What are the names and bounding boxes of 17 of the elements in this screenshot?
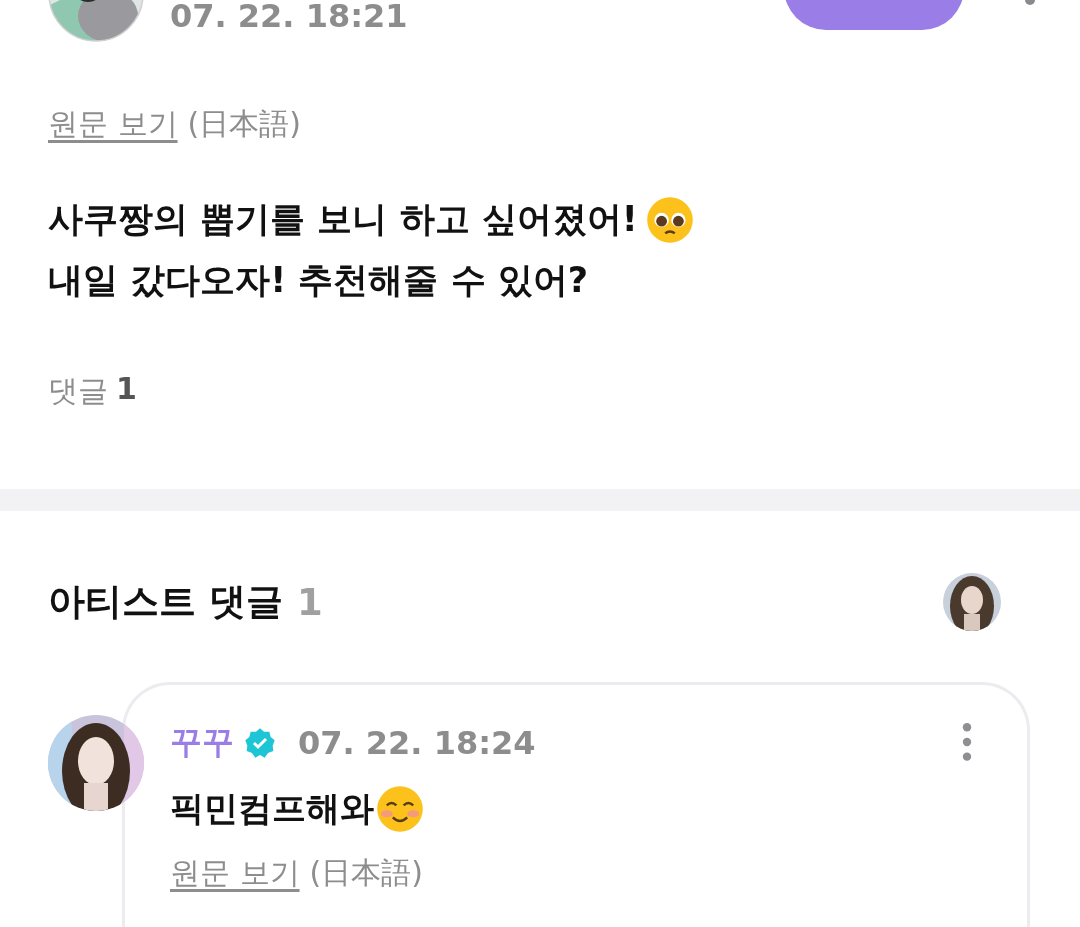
view-original-link[interactable]: 원문 보기 bbox=[48, 104, 178, 145]
post-date: 07. 22. 18:21 bbox=[170, 0, 408, 35]
post-text: 사쿠짱의 뽑기를 보니 하고 싶어졌어! bbox=[48, 198, 638, 241]
smiling-face-icon bbox=[376, 785, 424, 833]
view-original-link[interactable]: 원문 보기 bbox=[170, 853, 300, 894]
comment-label: 댓글 bbox=[48, 372, 108, 410]
post-text: 내일 갔다오자! 추천해줄 수 있어? bbox=[48, 259, 588, 302]
pleading-face-icon bbox=[645, 195, 694, 244]
language-label: (日本語) bbox=[187, 105, 301, 143]
author-name[interactable]: 꾸꾸 bbox=[170, 721, 234, 765]
language-label: (日本語) bbox=[309, 854, 423, 892]
comment-date: 07. 22. 18:24 bbox=[298, 724, 536, 762]
comment-count: 1 bbox=[296, 580, 323, 624]
more-icon[interactable] bbox=[961, 722, 973, 764]
section-title: 아티스트 댓글 bbox=[48, 579, 283, 625]
comment-count: 1 bbox=[116, 371, 137, 408]
comment-text: 픽민컴프해와 bbox=[170, 787, 374, 830]
